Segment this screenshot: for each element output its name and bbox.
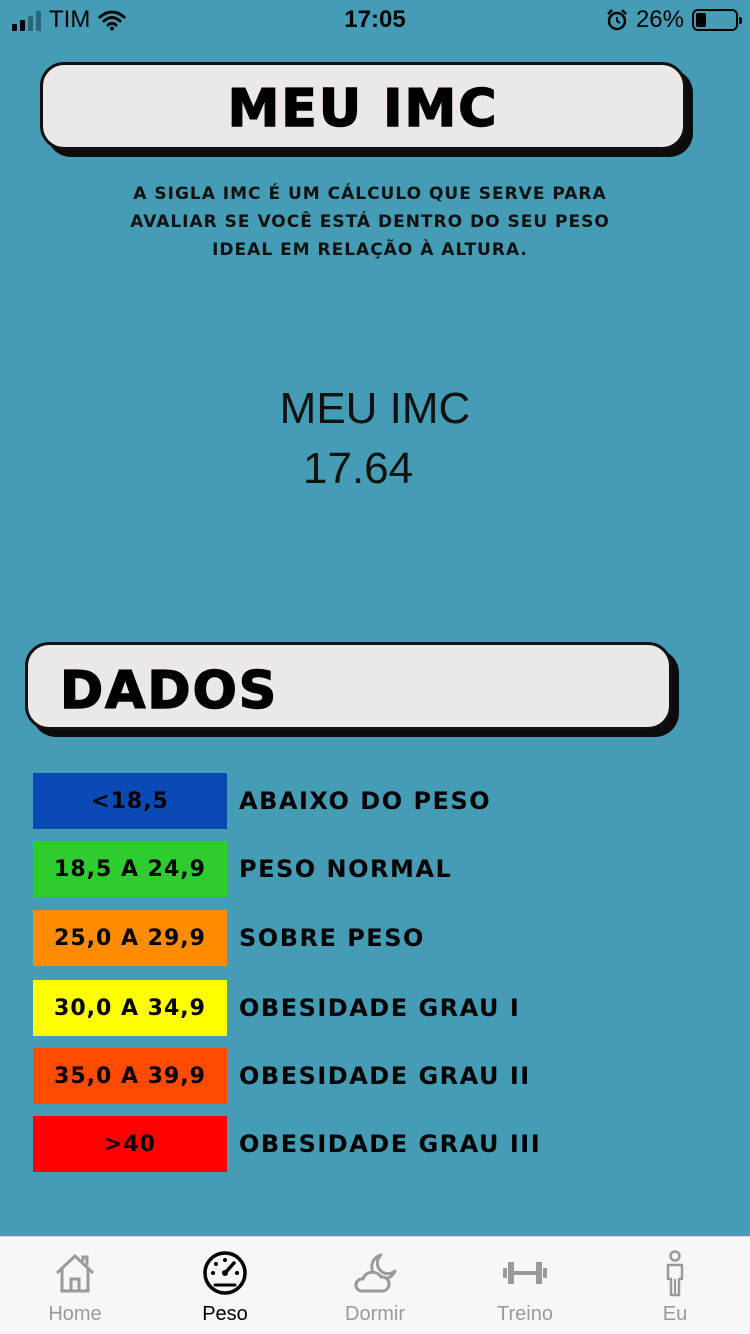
imc-range-row: 35,0 A 39,9 OBESIDADE GRAU II	[33, 1048, 531, 1104]
result-value: 17.64	[303, 444, 414, 493]
battery-percent: 26%	[635, 6, 684, 33]
imc-description: A SIGLA IMC É UM CÁLCULO QUE SERVE PARA …	[130, 184, 610, 260]
tab-eu[interactable]: Eu	[600, 1237, 750, 1334]
tab-home[interactable]: Home	[0, 1237, 150, 1334]
range-chip: 30,0 A 34,9	[33, 980, 227, 1036]
tab-bar: Home Peso Dormir Treino Eu	[0, 1236, 750, 1334]
person-icon	[666, 1250, 684, 1297]
dumbbell-icon	[503, 1262, 547, 1284]
imc-range-row: <18,5 ABAIXO DO PESO	[33, 773, 491, 829]
home-icon	[55, 1254, 95, 1293]
range-category: OBESIDADE GRAU II	[239, 1062, 531, 1090]
imc-range-row: >40 OBESIDADE GRAU III	[33, 1116, 541, 1172]
dados-banner: DADOS	[25, 642, 672, 730]
page-title: MEU IMC	[227, 78, 499, 140]
imc-range-row: 18,5 A 24,9 PESO NORMAL	[33, 841, 452, 897]
tab-label: Eu	[662, 1303, 688, 1325]
tab-dormir[interactable]: Dormir	[300, 1237, 450, 1334]
alarm-icon	[607, 9, 627, 31]
title-banner: MEU IMC	[40, 62, 686, 150]
tab-treino[interactable]: Treino	[450, 1237, 600, 1334]
range-chip: 35,0 A 39,9	[33, 1048, 227, 1104]
tab-label: Treino	[497, 1303, 553, 1325]
status-bar: TIM 17:05 26%	[0, 0, 750, 40]
imc-range-row: 25,0 A 29,9 SOBRE PESO	[33, 910, 425, 966]
gauge-icon	[203, 1251, 247, 1295]
tab-label: Home	[48, 1303, 102, 1325]
range-chip: <18,5	[33, 773, 227, 829]
range-chip: 18,5 A 24,9	[33, 841, 227, 897]
range-category: SOBRE PESO	[239, 924, 425, 952]
range-category: OBESIDADE GRAU I	[239, 994, 521, 1022]
tab-label: Dormir	[345, 1303, 405, 1325]
range-category: ABAIXO DO PESO	[239, 787, 492, 815]
range-chip: 25,0 A 29,9	[33, 910, 227, 966]
range-category: PESO NORMAL	[239, 855, 453, 883]
tab-peso[interactable]: Peso	[150, 1237, 300, 1334]
moon-cloud-icon	[354, 1253, 397, 1293]
result-label: MEU IMC	[279, 384, 471, 433]
tab-label: Peso	[202, 1303, 248, 1325]
range-chip: >40	[33, 1116, 227, 1172]
imc-range-row: 30,0 A 34,9 OBESIDADE GRAU I	[33, 980, 520, 1036]
battery-icon	[692, 9, 742, 31]
range-category: OBESIDADE GRAU III	[239, 1130, 542, 1158]
dados-title: DADOS	[59, 660, 279, 722]
